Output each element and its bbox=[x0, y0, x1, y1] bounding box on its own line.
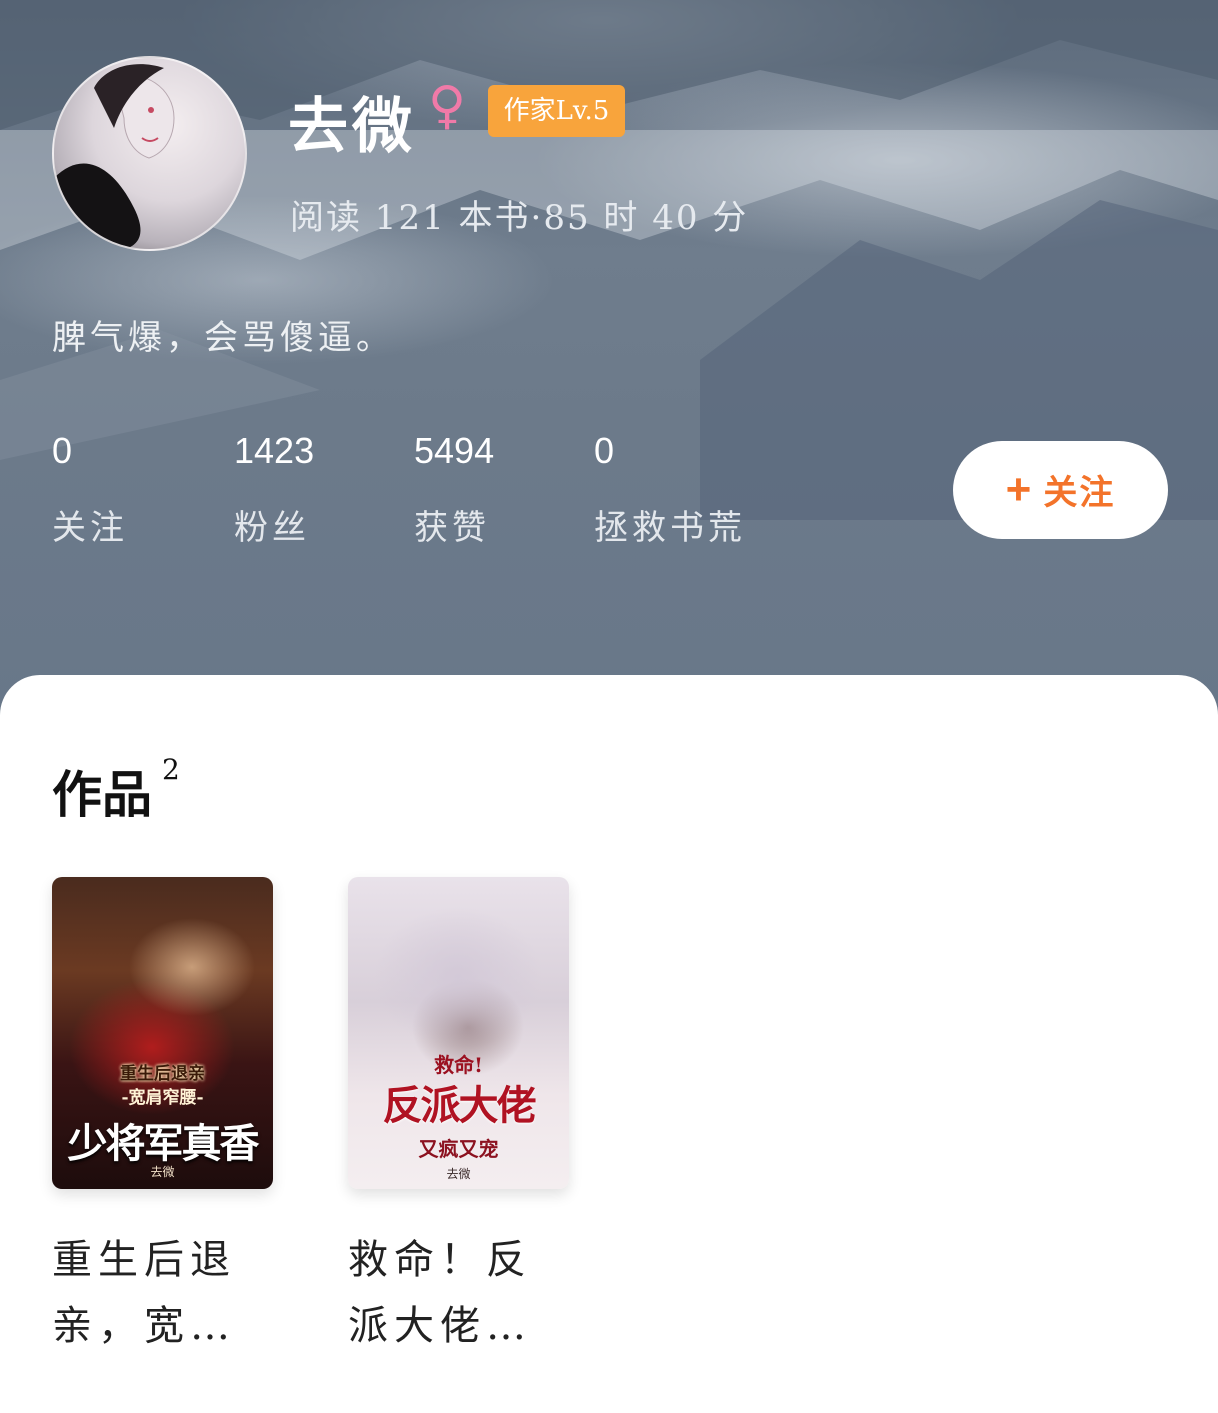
book-card[interactable]: 重生后退亲 -宽肩窄腰- 少将军真香 去微 重生后退亲，宽… bbox=[52, 877, 273, 1359]
stat-value: 5494 bbox=[414, 430, 495, 471]
stat-label: 粉丝 bbox=[234, 508, 310, 548]
book-cover[interactable]: 重生后退亲 -宽肩窄腰- 少将军真香 去微 bbox=[52, 877, 273, 1189]
stat-value: 0 bbox=[52, 430, 73, 471]
cover-author: 去微 bbox=[446, 1167, 471, 1181]
stat-value: 1423 bbox=[234, 430, 315, 471]
cover-tagline: 又疯又宠 bbox=[418, 1137, 499, 1161]
avatar-illustration bbox=[54, 64, 175, 249]
stat-likes[interactable]: 5494 获赞 bbox=[414, 430, 494, 549]
works-panel: 作品 2 重生后退亲 -宽肩窄腰- 少将军真香 去微 重生后退亲，宽… 救命! … bbox=[0, 675, 1218, 1413]
works-title: 作品 bbox=[52, 765, 152, 824]
cover-author: 去微 bbox=[150, 1165, 175, 1179]
level-badge: 作家Lv.5 bbox=[488, 85, 625, 137]
works-count: 2 bbox=[162, 753, 180, 786]
bio: 脾气爆，会骂傻逼。 bbox=[52, 318, 394, 358]
cover-tagline: -宽肩窄腰- bbox=[121, 1088, 204, 1108]
reading-stats: 阅读 121 本书·85 时 40 分 bbox=[290, 198, 749, 238]
stat-fans[interactable]: 1423 粉丝 bbox=[234, 430, 314, 549]
stat-value: 0 bbox=[594, 430, 615, 471]
follow-button[interactable]: + 关注 bbox=[953, 441, 1168, 539]
stat-label: 关注 bbox=[52, 508, 128, 548]
cover-main-title: 少将军真香 bbox=[67, 1120, 260, 1167]
avatar[interactable] bbox=[52, 56, 247, 251]
book-cover[interactable]: 救命! 反派大佬 又疯又宠 去微 bbox=[348, 877, 569, 1189]
book-card[interactable]: 救命! 反派大佬 又疯又宠 去微 救命！反派大佬… bbox=[348, 877, 569, 1359]
stat-rescue-book-shortage[interactable]: 0 拯救书荒 bbox=[594, 430, 746, 549]
profile-header: 去微 ♀ 作家Lv.5 阅读 121 本书·85 时 40 分 脾气爆，会骂傻逼… bbox=[0, 0, 1218, 720]
stat-following[interactable]: 0 关注 bbox=[52, 430, 128, 549]
book-title[interactable]: 重生后退亲，宽… bbox=[52, 1227, 273, 1359]
stat-label: 获赞 bbox=[414, 508, 490, 548]
follow-button-label: 关注 bbox=[1043, 473, 1116, 513]
cover-subtitle: 重生后退亲 bbox=[120, 1064, 205, 1084]
plus-icon: + bbox=[1005, 465, 1034, 514]
female-gender-icon: ♀ bbox=[428, 76, 467, 136]
cover-main-title: 反派大佬 bbox=[382, 1082, 537, 1129]
user-name: 去微 bbox=[288, 92, 416, 162]
stat-label: 拯救书荒 bbox=[594, 508, 746, 548]
book-title[interactable]: 救命！反派大佬… bbox=[348, 1227, 569, 1359]
